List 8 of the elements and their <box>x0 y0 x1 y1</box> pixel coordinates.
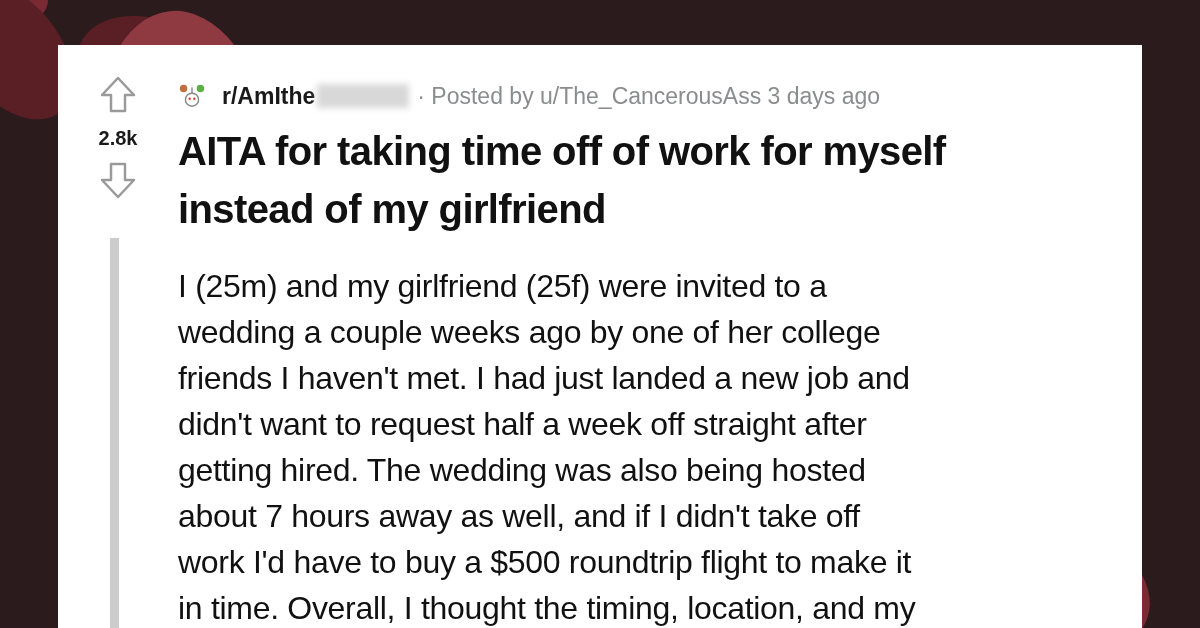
mascot-icon <box>178 82 206 110</box>
subreddit-link[interactable]: r/AmIthe <box>222 82 316 110</box>
post-body: I (25m) and my girlfriend (25f) were invited to a wedding a couple weeks ago by one of her college friends I haven't met. I had just landed a new job and didn't want to request half a week off straight after getting hired. The wedding was also being hosted about 7 hours away as well, and if I didn't take off work I'd have to buy a $500 roundtrip flight to make it in time. Overall, I thought the timing, location, and my <box>178 267 917 628</box>
post-byline: · Posted by u/The_CancerousAss 3 days ago <box>417 82 881 110</box>
vote-count: 2.8k <box>98 127 138 150</box>
upvote-icon[interactable] <box>98 75 138 115</box>
post-title: AITA for taking time off of work for myself instead of my girlfriend <box>178 128 948 233</box>
downvote-icon[interactable] <box>98 160 138 200</box>
